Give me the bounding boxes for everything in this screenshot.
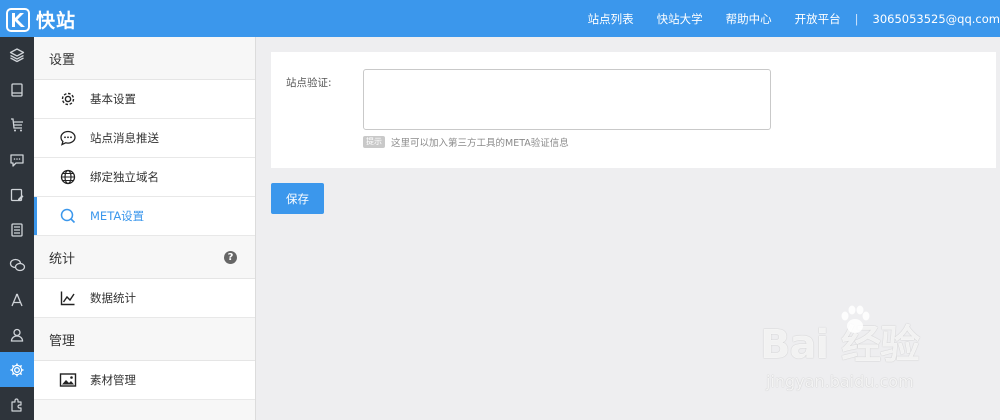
rail-edit[interactable] [0, 177, 34, 212]
globe-icon [59, 168, 77, 186]
user-icon [10, 328, 24, 342]
cart-icon [11, 117, 23, 131]
user-email[interactable]: 3065053525@qq.com [873, 12, 1000, 26]
site-verify-input[interactable] [363, 69, 771, 130]
sidebar-item-label: 基本设置 [90, 92, 136, 106]
watermark-sub: jingyan.baidu.com [766, 372, 914, 391]
brand-icon [6, 7, 30, 32]
image-icon [59, 371, 77, 389]
layers-icon [9, 47, 25, 62]
rail-tablet[interactable] [0, 72, 34, 107]
site-verify-label: 站点验证: [286, 77, 332, 89]
rail-list[interactable] [0, 212, 34, 247]
hint: 提示 这里可以加入第三方工具的META验证信息 [363, 135, 569, 149]
paw-icon [841, 305, 870, 333]
settings-sidebar: 设置 基本设置 站点消息推送 绑定独立域名 META设置 统计 ? 数据统计 管… [34, 37, 256, 420]
search-icon [59, 207, 77, 225]
sidebar-item-label: 站点消息推送 [90, 131, 159, 145]
nav-help-center[interactable]: 帮助中心 [726, 11, 772, 27]
edit-icon [10, 188, 24, 201]
section-management: 管理 [34, 318, 255, 361]
chat-icon [10, 153, 24, 167]
chart-icon [59, 289, 77, 307]
sidebar-item-media-management[interactable]: 素材管理 [34, 361, 255, 400]
rail-user[interactable] [0, 317, 34, 352]
sidebar-item-label: 绑定独立域名 [90, 170, 159, 184]
tablet-icon [11, 82, 23, 97]
nav-separator: | [854, 11, 859, 26]
section-title: 设置 [49, 52, 76, 68]
message-icon [59, 129, 77, 147]
sidebar-item-label: META设置 [90, 209, 145, 223]
top-bar: 快站 站点列表 快站大学 帮助中心 开放平台 | 3065053525@qq.c… [0, 0, 1000, 37]
meta-settings-panel: 站点验证: 提示 这里可以加入第三方工具的META验证信息 [271, 52, 996, 168]
sidebar-item-bind-domain[interactable]: 绑定独立域名 [34, 158, 255, 197]
rail-chat[interactable] [0, 142, 34, 177]
brand-name: 快站 [36, 10, 77, 32]
nav-kuaizhan-university[interactable]: 快站大学 [657, 11, 703, 27]
wechat-icon [9, 258, 25, 271]
sidebar-item-basic-settings[interactable]: 基本设置 [34, 80, 255, 119]
rail-cart[interactable] [0, 107, 34, 142]
compass-icon [11, 293, 23, 306]
section-title: 管理 [49, 333, 76, 349]
save-button[interactable]: 保存 [271, 183, 324, 214]
help-icon[interactable]: ? [224, 250, 237, 264]
plugin-icon [11, 397, 22, 412]
rail-layers[interactable] [0, 37, 34, 72]
icon-rail [0, 37, 34, 420]
sidebar-item-label: 数据统计 [90, 291, 136, 305]
section-title: 统计 [49, 251, 76, 267]
nav-open-platform[interactable]: 开放平台 [795, 11, 841, 27]
top-nav: 站点列表 快站大学 帮助中心 开放平台 | 3065053525@qq.com [565, 0, 1000, 37]
sidebar-item-meta-settings[interactable]: META设置 [34, 197, 255, 236]
hint-badge: 提示 [363, 136, 385, 148]
sidebar-item-message-push[interactable]: 站点消息推送 [34, 119, 255, 158]
rail-wechat[interactable] [0, 247, 34, 282]
rail-settings[interactable] [0, 352, 34, 387]
section-statistics: 统计 ? [34, 236, 255, 279]
list-icon [11, 222, 23, 237]
sidebar-item-data-stats[interactable]: 数据统计 [34, 279, 255, 318]
nav-site-list[interactable]: 站点列表 [588, 11, 634, 27]
settings-icon [10, 363, 24, 376]
baidu-watermark: Bai 经验 jingyan.baidu.com [760, 305, 920, 391]
brand-logo[interactable]: 快站 [6, 6, 76, 33]
section-settings: 设置 [34, 37, 255, 80]
rail-plugin[interactable] [0, 387, 34, 420]
rail-compass[interactable] [0, 282, 34, 317]
sidebar-item-label: 素材管理 [90, 373, 136, 387]
hint-text: 这里可以加入第三方工具的META验证信息 [391, 138, 569, 149]
gear-icon [59, 90, 77, 108]
